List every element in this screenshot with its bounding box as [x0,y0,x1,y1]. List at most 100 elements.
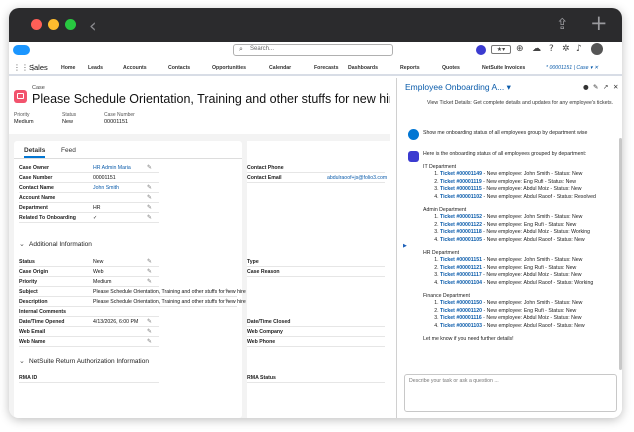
department-heading: IT Department [423,163,457,170]
ticket-link[interactable]: Ticket #00001104 [440,280,482,286]
favorites-icon[interactable]: ★▾ [491,45,511,54]
tab-details[interactable]: Details [24,147,46,158]
nav-item-home[interactable]: Home [61,65,75,71]
ticket-detail: - New employee: Eng Rufi - Status: New [481,178,577,185]
ticket-link[interactable]: Ticket #00001102 [440,194,482,200]
close-window-button[interactable] [31,19,42,30]
tab-feed[interactable]: Feed [61,147,76,154]
edit-pencil-icon[interactable]: ✎ [147,204,152,211]
edit-pencil-icon[interactable]: ✎ [147,258,152,265]
ticket-link[interactable]: Ticket #00001122 [440,222,482,228]
section-title: Additional Information [29,241,92,248]
nav-item-quotes[interactable]: Quotes [442,65,460,71]
nav-item-reports[interactable]: Reports [400,65,420,71]
panel-scrollbar[interactable] [619,138,622,370]
edit-pencil-icon[interactable]: ✎ [147,194,152,201]
record-header: Case Please Schedule Orientation, Traini… [9,78,390,134]
field-row: Case Origin Web ✎ [19,267,159,277]
edit-pencil-icon[interactable]: ✎ [147,278,152,285]
list-item: Ticket #00001115 - New employee: Abdul M… [440,186,619,194]
setup-assistant-icon[interactable]: ☁ [532,44,541,54]
app-name: Sales [29,63,48,72]
user-avatar [408,129,419,140]
field-label: RMA ID [19,375,38,381]
browser-window: ‹ ⇪ + ⌕ Search... ★▾ ⊕ ☁ ? ✲ ♪ ⋮⋮⋮ Sales … [9,8,622,418]
avatar[interactable] [591,43,603,55]
search-input[interactable]: ⌕ Search... [233,44,393,56]
field-value: 4/13/2026, 6:00 PM [93,319,139,325]
plus-icon[interactable]: + [590,11,608,35]
edit-pencil-icon[interactable]: ✎ [225,288,230,295]
ticket-link[interactable]: Ticket #00001149 [440,171,482,177]
bell-icon[interactable]: ♪ [576,44,582,54]
nav-item-contacts[interactable]: Contacts [168,65,190,71]
salesforce-logo[interactable] [13,45,30,55]
edit-pencil-icon[interactable]: ✎ [147,268,152,275]
ticket-link[interactable]: Ticket #00001115 [440,186,482,192]
add-icon[interactable]: ⊕ [516,44,524,54]
chevron-left-icon[interactable]: ‹ [89,15,97,37]
help-icon[interactable]: ? [549,44,554,54]
edit-pencil-icon[interactable]: ✎ [147,184,152,191]
ticket-link[interactable]: Ticket #00001151 [440,257,482,263]
list-item: Ticket #00001119 - New employee: Eng Ruf… [440,179,619,187]
new-chat-icon[interactable]: ✎ [593,83,598,91]
section-netsuite-information[interactable]: ⌄ NetSuite Return Authorization Informati… [14,356,242,368]
section-additional-information[interactable]: ⌄ Additional Information [14,239,242,251]
ticket-link[interactable]: Ticket #00001103 [440,323,482,329]
minimize-window-button[interactable] [48,19,59,30]
expand-icon[interactable]: ↗ [603,83,608,91]
ticket-link[interactable]: Ticket #00001152 [440,214,482,220]
share-icon[interactable]: ⇪ [556,15,569,33]
nav-item-accounts[interactable]: Accounts [123,65,147,71]
edit-pencil-icon[interactable]: ✎ [147,318,152,325]
active-tab-label: * 00001151 | Case [546,65,589,71]
edit-pencil-icon[interactable]: ✎ [147,164,152,171]
field-label: Priority [19,279,38,285]
edit-pencil-icon[interactable]: ✎ [147,214,152,221]
ticket-link[interactable]: Ticket #00001150 [440,300,482,306]
edit-pencil-icon[interactable]: ✎ [147,338,152,345]
nav-item-dashboards[interactable]: Dashboards [348,65,378,71]
field-row: Department HR ✎ [19,203,159,213]
field-row: Description Please Schedule Orientation, … [19,297,279,307]
tab-active-case[interactable]: * 00001151 | Case ▾ ✕ [546,65,598,71]
field-label: Status [19,259,35,265]
nav-item-leads[interactable]: Leads [88,65,103,71]
ticket-detail: - New employee: Abdul Moiz - Status: New [481,315,582,322]
ticket-link[interactable]: Ticket #00001118 [440,229,482,235]
ticket-link[interactable]: Ticket #00001116 [440,315,482,321]
list-item: Ticket #00001122 - New employee: Eng Ruf… [440,222,619,230]
ticket-link[interactable]: Ticket #00001120 [440,308,482,314]
ticket-detail: - New employee: John Smith - Status: New [482,300,583,307]
field-label: Description [19,299,48,305]
field-value: Medium [93,279,112,285]
ticket-link[interactable]: Ticket #00001117 [440,272,482,278]
nav-item-forecasts[interactable]: Forecasts [314,65,339,71]
field-label: Case Reason [247,269,280,275]
edit-pencil-icon[interactable]: ✎ [225,298,230,305]
gear-icon[interactable]: ✲ [562,44,570,54]
agent-panel: Employee Onboarding A... ▾ ● ✎ ↗ ✕ View … [396,78,622,418]
field-row: Account Name ✎ [19,193,159,203]
agent-icon[interactable] [476,45,486,55]
info-icon[interactable]: ● [583,83,589,91]
field-row: Date/Time Opened 4/13/2026, 6:00 PM ✎ [19,317,159,327]
nav-item-calendar[interactable]: Calendar [269,65,291,71]
ticket-detail: - New employee: Abdul Raoof - Status: Wo… [482,279,594,286]
maximize-window-button[interactable] [65,19,76,30]
chat-input[interactable]: Describe your task or ask a question ... [404,374,617,412]
ticket-link[interactable]: Ticket #00001121 [440,265,482,271]
panel-title[interactable]: Employee Onboarding A... ▾ [405,82,511,93]
ticket-detail: - New employee: Eng Rufi - Status: New [482,221,577,228]
close-icon[interactable]: ✕ [613,83,618,91]
edit-pencil-icon[interactable]: ✎ [147,328,152,335]
ticket-link[interactable]: Ticket #00001119 [440,179,482,185]
field-label: Case Number [19,175,53,181]
object-label: Case [32,85,45,91]
field-value: HR Admin Maria [93,165,131,171]
ticket-link[interactable]: Ticket #00001105 [440,237,482,243]
collapse-panel-icon[interactable]: ▶ [403,243,407,249]
nav-item-netsuite-invoices[interactable]: NetSuite Invoices [482,65,525,71]
nav-item-opportunities[interactable]: Opportunities [212,65,246,71]
